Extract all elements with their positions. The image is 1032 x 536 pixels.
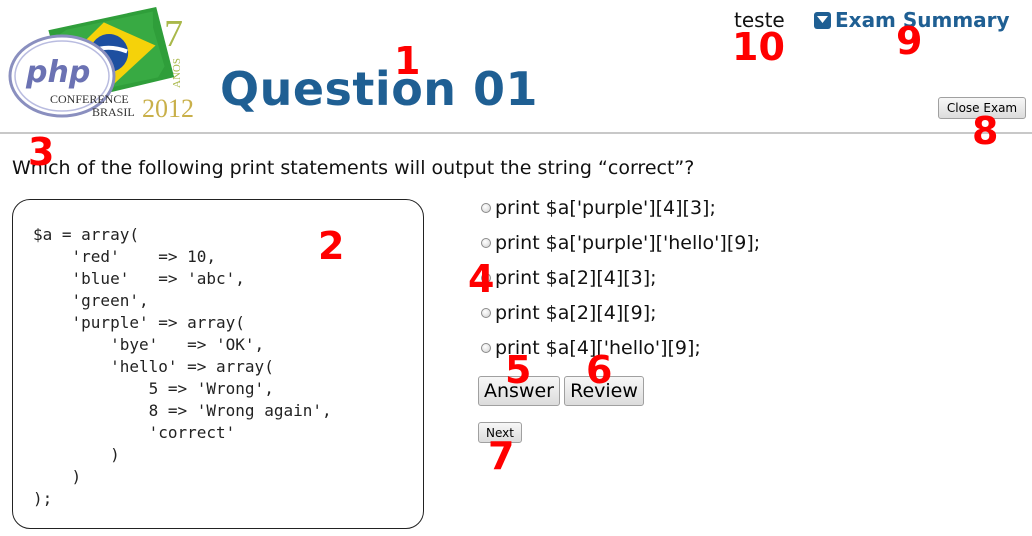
answer-option-2[interactable]: print $a['purple']['hello'][9]; <box>481 232 760 254</box>
code-block: $a = array( 'red' => 10, 'blue' => 'abc'… <box>12 199 424 529</box>
answer-option-label[interactable]: print $a['purple'][4][3]; <box>495 197 716 219</box>
answer-option-label[interactable]: print $a[2][4][9]; <box>495 302 657 324</box>
answer-option-label[interactable]: print $a[2][4][3]; <box>495 267 657 289</box>
annotation-marker-7: 7 <box>488 434 515 478</box>
page-title: Question 01 <box>220 62 539 116</box>
logo-year: 2012 <box>142 94 194 123</box>
logo-edition-number: 7 <box>164 13 183 55</box>
radio-button[interactable] <box>481 203 491 213</box>
radio-button[interactable] <box>481 343 491 353</box>
header-divider <box>0 132 1032 134</box>
answer-option-3[interactable]: print $a[2][4][3]; <box>481 267 657 289</box>
answer-option-label[interactable]: print $a['purple']['hello'][9]; <box>495 232 760 254</box>
answer-option-1[interactable]: print $a['purple'][4][3]; <box>481 197 716 219</box>
annotation-marker-9: 9 <box>896 19 923 63</box>
php-conference-logo: php CONFERENCE BRASIL 2012 7 ANOS <box>8 6 194 123</box>
chevron-down-icon[interactable] <box>814 11 831 29</box>
annotation-marker-8: 8 <box>972 109 999 153</box>
logo-brand: php <box>25 55 90 90</box>
radio-button[interactable] <box>481 308 491 318</box>
radio-button[interactable] <box>481 238 491 248</box>
logo-line2: BRASIL <box>92 105 135 119</box>
logo-edition-word: ANOS <box>171 58 183 88</box>
logo-line1: CONFERENCE <box>50 92 129 106</box>
annotation-marker-1: 1 <box>394 39 421 83</box>
annotation-marker-6: 6 <box>586 348 613 392</box>
annotation-marker-2: 2 <box>318 224 345 268</box>
answer-option-4[interactable]: print $a[2][4][9]; <box>481 302 657 324</box>
annotation-marker-5: 5 <box>505 348 532 392</box>
annotation-marker-10: 10 <box>732 25 785 69</box>
code-listing: $a = array( 'red' => 10, 'blue' => 'abc'… <box>33 225 332 508</box>
question-text: Which of the following print statements … <box>12 157 695 179</box>
annotation-marker-3: 3 <box>28 130 55 174</box>
annotation-marker-4: 4 <box>468 257 495 301</box>
